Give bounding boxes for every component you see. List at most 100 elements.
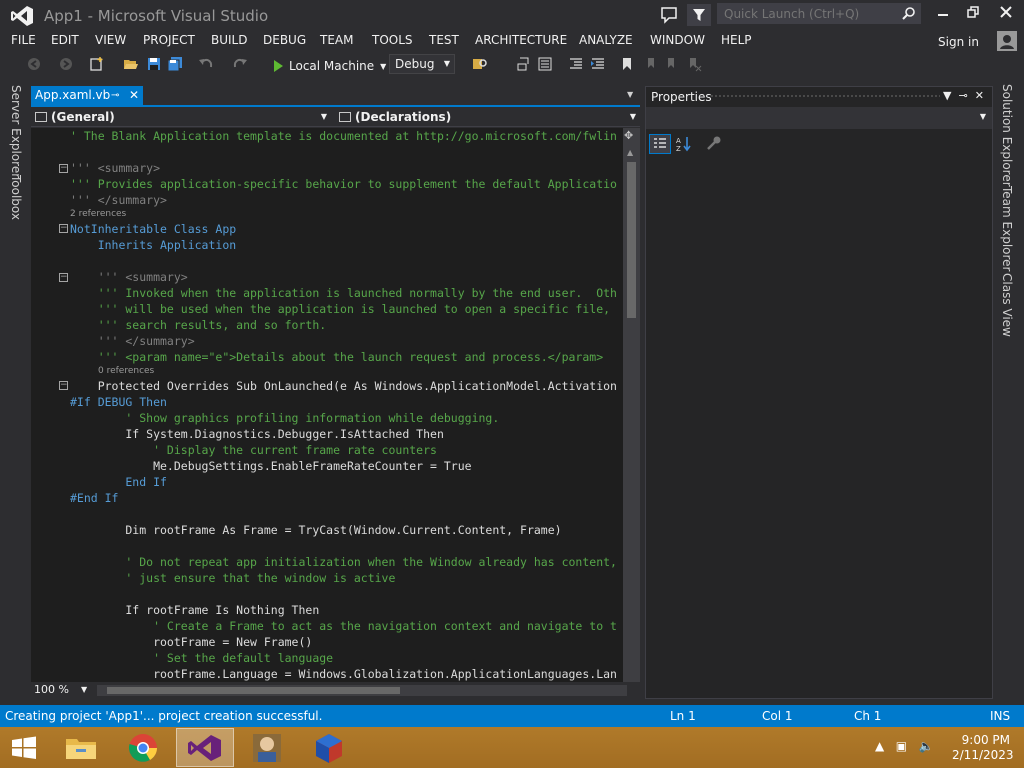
- menu-tools[interactable]: TOOLS: [372, 33, 413, 47]
- outline-collapse-icon[interactable]: −: [59, 224, 68, 233]
- tab-server-explorer[interactable]: Server Explorer: [9, 85, 23, 178]
- show-hidden-icons-chevron-icon[interactable]: ▲: [875, 739, 884, 753]
- find-in-files-icon[interactable]: [472, 56, 488, 72]
- panel-grip[interactable]: [710, 94, 940, 99]
- close-icon[interactable]: ✕: [975, 89, 984, 102]
- network-icon[interactable]: ▣: [888, 739, 907, 753]
- vertical-scrollbar[interactable]: ▲: [623, 128, 640, 682]
- clear-bookmarks-icon[interactable]: [686, 56, 702, 72]
- menu-view[interactable]: VIEW: [95, 33, 126, 47]
- quick-launch-input[interactable]: [718, 4, 898, 23]
- menu-help[interactable]: HELP: [721, 33, 752, 47]
- file-explorer-icon[interactable]: [52, 728, 110, 767]
- member-navigation-combo[interactable]: (Declarations) ▼: [335, 108, 640, 126]
- menu-analyze[interactable]: ANALYZE: [579, 33, 633, 47]
- character-app-icon[interactable]: [238, 728, 296, 767]
- zoom-level[interactable]: 100 %: [34, 683, 69, 696]
- code-lens-references[interactable]: 2 references: [70, 209, 126, 219]
- svg-text:Z: Z: [676, 145, 681, 153]
- menu-debug[interactable]: DEBUG: [263, 33, 306, 47]
- tab-toolbox[interactable]: Toolbox: [9, 175, 23, 220]
- solution-configuration-select[interactable]: Debug ▼: [389, 54, 455, 74]
- previous-bookmark-icon[interactable]: [642, 56, 658, 72]
- split-editor-icon[interactable]: ✥: [624, 129, 633, 142]
- quick-launch-box[interactable]: [717, 3, 921, 24]
- code-line: ''' <summary>: [70, 161, 161, 175]
- chevron-down-icon: ▼: [320, 112, 327, 121]
- code-line: NotInheritable Class App: [70, 222, 237, 236]
- document-tab-app-xaml-vb[interactable]: App.xaml.vb ⊸ ✕: [31, 86, 143, 105]
- scroll-thumb[interactable]: [627, 162, 636, 318]
- tab-class-view[interactable]: Class View: [1000, 273, 1014, 337]
- menu-window[interactable]: WINDOW: [650, 33, 705, 47]
- minimize-button[interactable]: [930, 4, 956, 24]
- navigate-back-icon[interactable]: [26, 56, 42, 72]
- restore-button[interactable]: [960, 4, 986, 24]
- cube-app-icon[interactable]: [300, 728, 358, 767]
- volume-icon[interactable]: 🔈: [911, 739, 933, 753]
- menu-architecture[interactable]: ARCHITECTURE: [475, 33, 567, 47]
- next-bookmark-icon[interactable]: [664, 56, 680, 72]
- save-icon[interactable]: [146, 56, 162, 72]
- property-pages-wrench-icon[interactable]: [703, 134, 725, 154]
- pin-icon[interactable]: ⊸: [955, 89, 971, 102]
- code-editor[interactable]: − − − − ' The Blank Application template…: [31, 128, 623, 682]
- sign-in-link[interactable]: Sign in: [938, 35, 979, 49]
- navigate-forward-icon[interactable]: [58, 56, 74, 72]
- start-windows-icon[interactable]: [0, 728, 48, 767]
- type-navigation-combo[interactable]: (General) ▼: [31, 108, 331, 126]
- undo-icon[interactable]: [198, 56, 214, 72]
- menu-build[interactable]: BUILD: [211, 33, 247, 47]
- account-avatar-icon[interactable]: [997, 31, 1017, 51]
- chevron-down-icon[interactable]: ▼: [81, 685, 87, 694]
- outline-collapse-icon[interactable]: −: [59, 381, 68, 390]
- alphabetical-sort-icon[interactable]: A Z: [673, 134, 695, 154]
- pin-icon[interactable]: ⊸: [111, 86, 119, 105]
- bookmark-icon[interactable]: [619, 56, 635, 72]
- notifications-filter-button[interactable]: [687, 4, 711, 26]
- open-file-icon[interactable]: [123, 56, 139, 72]
- outdent-icon[interactable]: [568, 56, 584, 72]
- chevron-down-icon[interactable]: ▼: [380, 62, 386, 71]
- chrome-browser-icon[interactable]: [114, 728, 172, 767]
- categorized-icon[interactable]: [649, 134, 671, 154]
- step-icon[interactable]: [516, 56, 532, 72]
- feedback-icon[interactable]: [657, 4, 681, 26]
- save-all-icon[interactable]: [167, 56, 183, 72]
- menu-file[interactable]: FILE: [11, 33, 36, 47]
- tab-overflow-chevron-icon[interactable]: ▼: [627, 90, 633, 99]
- start-debugging-button[interactable]: Local Machine ▼: [274, 56, 386, 76]
- new-project-icon[interactable]: [89, 56, 105, 72]
- close-icon[interactable]: ✕: [129, 86, 139, 105]
- tab-solution-explorer[interactable]: Solution Explorer: [1000, 84, 1014, 187]
- panel-controls: ▼ ⊸ ✕: [943, 89, 984, 102]
- redo-icon[interactable]: [232, 56, 248, 72]
- horizontal-scrollbar[interactable]: [97, 685, 627, 696]
- run-target-label: Local Machine: [289, 59, 375, 73]
- code-lens-references[interactable]: 0 references: [98, 366, 154, 376]
- outline-collapse-icon[interactable]: −: [59, 273, 68, 282]
- solution-explorer-icon[interactable]: [537, 56, 553, 72]
- menu-team[interactable]: TEAM: [320, 33, 353, 47]
- properties-object-selector[interactable]: ▼: [646, 107, 992, 129]
- close-button[interactable]: [993, 4, 1019, 24]
- code-line: ''' </summary>: [70, 193, 167, 207]
- visual-studio-icon: [188, 735, 221, 761]
- indent-icon[interactable]: [590, 56, 606, 72]
- left-tool-window-tabs: Server Explorer Toolbox: [0, 80, 30, 700]
- type-navigation-value: (General): [51, 110, 115, 124]
- chevron-down-icon: ▼: [629, 112, 636, 121]
- outline-collapse-icon[interactable]: −: [59, 164, 68, 173]
- search-icon[interactable]: [902, 6, 916, 20]
- menu-test[interactable]: TEST: [429, 33, 459, 47]
- menu-project[interactable]: PROJECT: [143, 33, 195, 47]
- scroll-up-icon[interactable]: ▲: [627, 148, 633, 157]
- taskbar-clock[interactable]: 9:00 PM 2/11/2023: [952, 733, 1014, 763]
- tab-team-explorer[interactable]: Team Explorer: [1000, 186, 1014, 272]
- scroll-thumb[interactable]: [107, 687, 400, 694]
- chevron-down-icon[interactable]: ▼: [943, 89, 951, 102]
- taskbar-visual-studio-button[interactable]: [176, 728, 234, 767]
- play-icon: [274, 60, 283, 72]
- menu-edit[interactable]: EDIT: [51, 33, 79, 47]
- filter-icon: [693, 9, 705, 21]
